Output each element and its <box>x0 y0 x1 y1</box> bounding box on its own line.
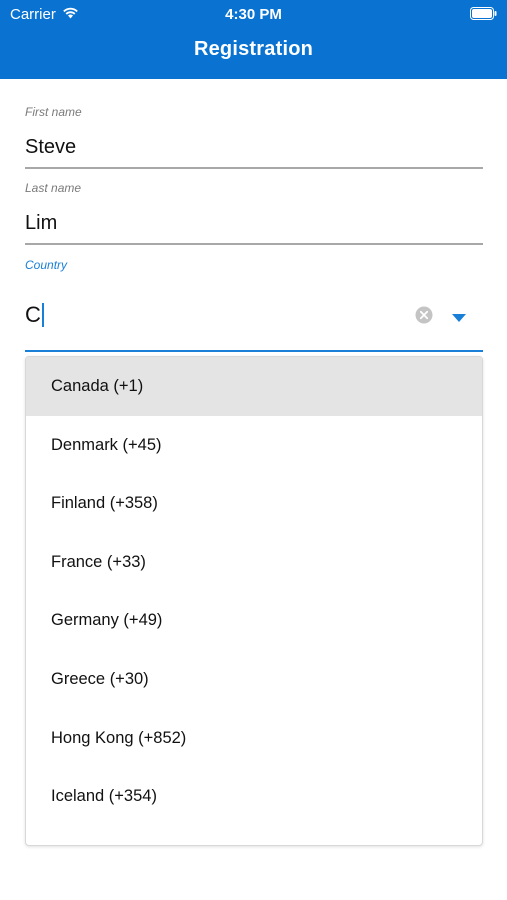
app-header: Carrier 4:30 PM Registration <box>0 0 507 79</box>
country-dropdown-list[interactable]: Canada (+1) Denmark (+45) Finland (+358)… <box>25 356 483 846</box>
last-name-input[interactable]: Lim <box>25 208 483 238</box>
dropdown-item-iceland[interactable]: Iceland (+354) <box>26 767 482 826</box>
first-name-underline <box>25 167 483 169</box>
page-title: Registration <box>193 38 314 60</box>
dropdown-item-canada[interactable]: Canada (+1) <box>26 357 482 416</box>
country-input-row[interactable]: C <box>25 295 483 335</box>
dropdown-item-germany[interactable]: Germany (+49) <box>26 591 482 650</box>
first-name-label: First name <box>25 105 82 119</box>
country-input[interactable]: C <box>25 299 44 331</box>
last-name-field[interactable]: Last name Lim <box>25 180 483 245</box>
dropdown-item-france[interactable]: France (+33) <box>26 533 482 592</box>
text-caret <box>41 303 44 327</box>
country-field[interactable]: Country C <box>25 257 483 335</box>
last-name-label: Last name <box>25 181 82 195</box>
dropdown-arrow-icon[interactable] <box>451 310 467 328</box>
battery-icon <box>470 7 497 25</box>
country-input-text: C <box>25 302 41 327</box>
country-label: Country <box>25 258 68 272</box>
first-name-input[interactable]: Steve <box>25 132 483 162</box>
status-bar: Carrier 4:30 PM <box>0 0 507 28</box>
last-name-underline <box>25 243 483 245</box>
dropdown-item-hong-kong[interactable]: Hong Kong (+852) <box>26 709 482 768</box>
clear-icon[interactable] <box>415 306 433 329</box>
dropdown-item-finland[interactable]: Finland (+358) <box>26 474 482 533</box>
first-name-field[interactable]: First name Steve <box>25 104 483 169</box>
dropdown-item-greece[interactable]: Greece (+30) <box>26 650 482 709</box>
status-time: 4:30 PM <box>225 6 282 23</box>
dropdown-item-denmark[interactable]: Denmark (+45) <box>26 416 482 475</box>
country-underline <box>25 350 483 352</box>
